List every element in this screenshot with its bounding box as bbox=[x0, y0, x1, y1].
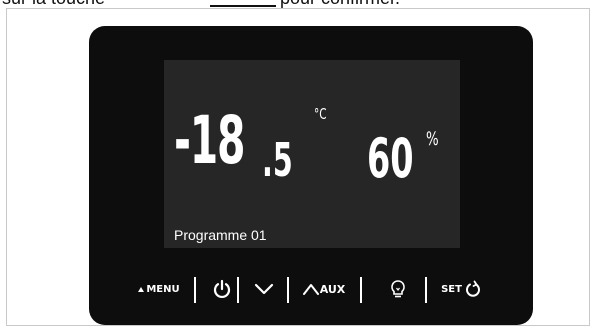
power-button[interactable] bbox=[207, 275, 237, 303]
temperature-integer: -18 bbox=[174, 102, 245, 179]
triangle-up-icon bbox=[138, 286, 145, 292]
lcd-screen: -18 .5 °C 60 % Programme 01 bbox=[164, 60, 460, 248]
set-button[interactable]: SET bbox=[432, 275, 490, 303]
temperature-unit: °C bbox=[314, 105, 327, 123]
bulb-icon bbox=[391, 280, 405, 298]
divider bbox=[194, 277, 196, 303]
power-icon bbox=[213, 279, 231, 298]
controller-device: -18 .5 °C 60 % Programme 01 MENU AUX SET bbox=[89, 26, 533, 325]
button-bar: MENU AUX SET bbox=[89, 271, 533, 307]
program-label: Programme 01 bbox=[174, 227, 267, 243]
menu-button[interactable]: MENU bbox=[131, 275, 187, 303]
divider bbox=[237, 277, 239, 303]
up-aux-button[interactable]: AUX bbox=[294, 275, 354, 303]
humidity-unit: % bbox=[426, 128, 439, 150]
menu-button-label: MENU bbox=[146, 283, 180, 295]
chevron-up-icon bbox=[302, 284, 319, 295]
divider bbox=[360, 277, 362, 303]
divider bbox=[287, 277, 289, 303]
divider bbox=[425, 277, 427, 303]
chevron-down-icon bbox=[254, 283, 274, 295]
refresh-icon bbox=[465, 280, 480, 297]
light-button[interactable] bbox=[386, 275, 410, 303]
set-button-label: SET bbox=[441, 283, 462, 295]
humidity-value: 60 bbox=[367, 127, 414, 190]
down-button[interactable] bbox=[249, 275, 279, 303]
aux-button-label: AUX bbox=[319, 282, 346, 296]
caption-blank-underline bbox=[210, 5, 276, 7]
temperature-decimal: .5 bbox=[262, 133, 293, 187]
